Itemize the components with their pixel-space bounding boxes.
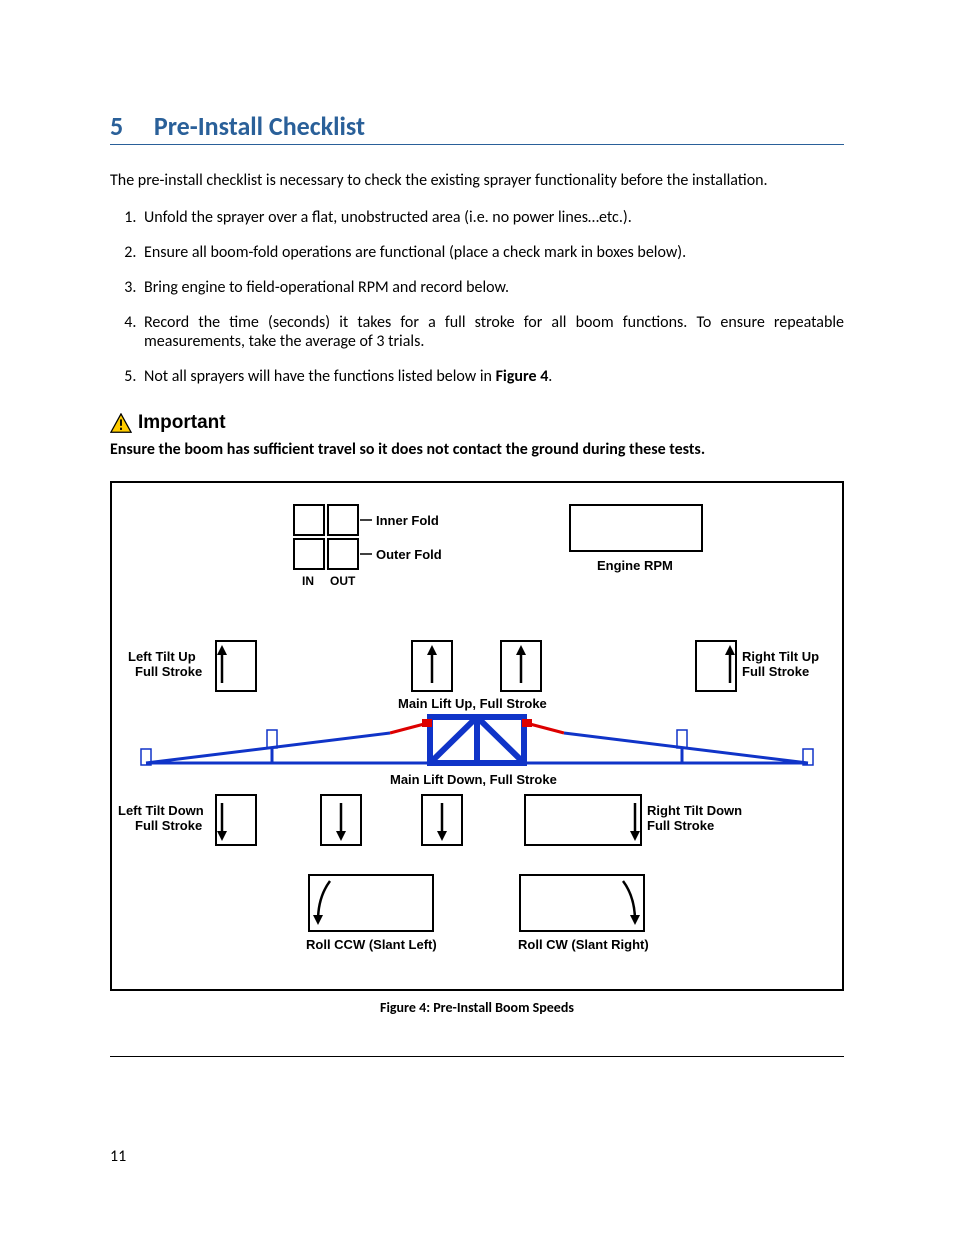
figure-caption: Figure 4: Pre-Install Boom Speeds — [110, 999, 844, 1016]
label-main-up: Main Lift Up, Full Stroke — [398, 696, 547, 711]
label-left-tilt-down: Left Tilt Down — [118, 803, 204, 818]
svg-text:Full Stroke: Full Stroke — [135, 818, 202, 833]
section-title: Pre-Install Checklist — [154, 110, 365, 142]
label-roll-ccw: Roll CCW (Slant Left) — [306, 937, 437, 952]
input-engine-rpm[interactable] — [570, 505, 702, 551]
checklist: Unfold the sprayer over a flat, unobstru… — [110, 208, 844, 386]
label-left-tilt-up: Left Tilt Up — [128, 649, 196, 664]
checklist-item: Ensure all boom-fold operations are func… — [140, 243, 844, 262]
figure-svg: Inner Fold Outer Fold IN OUT Engine RPM … — [112, 483, 842, 987]
important-label: Important — [138, 412, 226, 434]
figure-frame: Inner Fold Outer Fold IN OUT Engine RPM … — [110, 481, 844, 991]
label-in: IN — [302, 574, 314, 588]
label-roll-cw: Roll CW (Slant Right) — [518, 937, 649, 952]
label-out: OUT — [330, 574, 356, 588]
checkbox-innerfold-in[interactable] — [294, 505, 324, 535]
important-block: Important Ensure the boom has sufficient… — [110, 412, 844, 459]
section-heading: 5 Pre-Install Checklist — [110, 110, 844, 145]
section-number: 5 — [110, 110, 148, 142]
label-right-tilt-down: Right Tilt Down — [647, 803, 742, 818]
checklist-item: Record the time (seconds) it takes for a… — [140, 313, 844, 351]
checkbox-outerfold-in[interactable] — [294, 539, 324, 569]
important-text: Ensure the boom has sufficient travel so… — [110, 440, 844, 459]
label-inner-fold: Inner Fold — [376, 513, 439, 528]
label-outer-fold: Outer Fold — [376, 547, 442, 562]
label-engine-rpm: Engine RPM — [597, 558, 673, 573]
page-number: 11 — [110, 1147, 844, 1166]
intro-paragraph: The pre-install checklist is necessary t… — [110, 171, 844, 190]
footer-rule — [110, 1056, 844, 1057]
label-main-down: Main Lift Down, Full Stroke — [390, 772, 557, 787]
input-right-tilt-down[interactable] — [525, 795, 641, 845]
svg-text:Full Stroke: Full Stroke — [135, 664, 202, 679]
checklist-item: Not all sprayers will have the functions… — [140, 367, 844, 386]
warning-icon — [110, 413, 132, 433]
label-right-tilt-up: Right Tilt Up — [742, 649, 819, 664]
svg-text:Full Stroke: Full Stroke — [647, 818, 714, 833]
figure-ref: Figure 4 — [496, 367, 549, 386]
checkbox-outerfold-out[interactable] — [328, 539, 358, 569]
checklist-item: Unfold the sprayer over a flat, unobstru… — [140, 208, 844, 227]
checkbox-innerfold-out[interactable] — [328, 505, 358, 535]
checklist-item: Bring engine to field-operational RPM an… — [140, 278, 844, 297]
boom-diagram — [141, 717, 813, 765]
svg-text:Full Stroke: Full Stroke — [742, 664, 809, 679]
